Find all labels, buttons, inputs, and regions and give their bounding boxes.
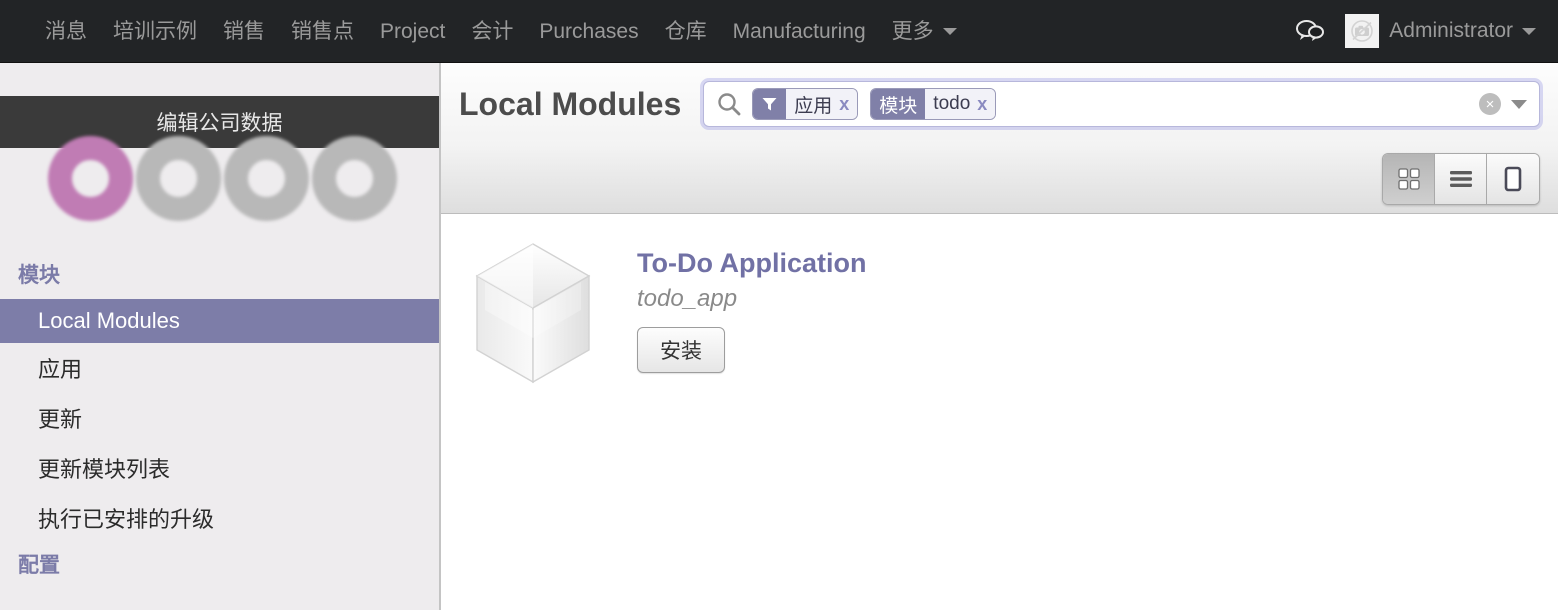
module-title[interactable]: To-Do Application [637, 248, 866, 279]
nav-messaging[interactable]: 消息 [32, 0, 100, 63]
control-panel-top-row: Local Modules 应用 x 模块 todo x × [459, 63, 1540, 145]
logo-ring-1 [48, 136, 133, 221]
nav-project[interactable]: Project [367, 0, 458, 63]
module-info: To-Do Application todo_app 安装 [597, 238, 866, 388]
sidebar-section-header: 模块 [18, 264, 60, 287]
nav-accounting-label: 会计 [471, 19, 514, 43]
avatar [1345, 14, 1380, 48]
facet-apps-remove-icon[interactable]: x [839, 94, 849, 115]
nav-manufacturing-label: Manufacturing [732, 19, 866, 43]
module-technical-name: todo_app [637, 285, 738, 312]
logo-ring-4 [312, 136, 397, 221]
page-title: Local Modules [459, 85, 682, 122]
nav-messaging-label: 消息 [45, 19, 87, 43]
sidebar-item-5[interactable]: 执行已安排的升级 [0, 493, 439, 543]
top-navbar: 消息 培训示例 销售 销售点 Project 会计 Purchases 仓库 Manufactu… [0, 0, 1558, 63]
no-photo-camera-icon [1351, 20, 1374, 42]
chat-bubbles-icon[interactable] [1279, 18, 1341, 44]
sidebar-menu-list: 模块 Local Modules 应用 更新 更新模块列表 执行已安排的升级配置 [0, 253, 439, 589]
nav-purchases-label: Purchases [539, 19, 639, 43]
facet-module-category: 模块 [871, 89, 926, 119]
user-name-label: Administrator [1389, 19, 1513, 42]
search-input[interactable] [1008, 86, 1479, 122]
clear-search-icon[interactable]: × [1479, 93, 1501, 115]
control-panel: Local Modules 应用 x 模块 todo x × [441, 63, 1558, 214]
more-caret-icon [942, 28, 957, 36]
nav-sales[interactable]: 销售 [210, 0, 278, 63]
view-list[interactable] [1435, 154, 1487, 204]
facet-module-value: todo [933, 93, 971, 114]
sidebar-item-4[interactable]: 更新模块列表 [0, 443, 439, 493]
logo-ring-2 [136, 136, 221, 221]
nav-warehouse[interactable]: 仓库 [652, 0, 720, 63]
view-switcher [1382, 153, 1540, 205]
module-card[interactable]: To-Do Application todo_app 安装 [441, 238, 1558, 388]
magnifier-icon [716, 91, 742, 117]
page-body: 编辑公司数据 模块 Local Modules 应用 更新 更新模块列表 执行已安排的升级… [0, 63, 1558, 610]
sidebar: 编辑公司数据 模块 Local Modules 应用 更新 更新模块列表 执行已安排的升级… [0, 63, 441, 610]
nav-point-of-sale[interactable]: 销售点 [278, 0, 367, 63]
search-view[interactable]: 应用 x 模块 todo x × [703, 81, 1540, 127]
control-panel-bottom-row [459, 145, 1540, 213]
facet-apps[interactable]: 应用 x [752, 88, 859, 120]
sidebar-section-header: 配置 [18, 554, 60, 577]
nav-manufacturing[interactable]: Manufacturing [720, 0, 879, 63]
content-area: Local Modules 应用 x 模块 todo x × To-Do App… [441, 63, 1558, 610]
navbar-menu-list: 消息 培训示例 销售 销售点 Project 会计 Purchases 仓库 Manufactu… [32, 0, 970, 63]
view-form[interactable] [1487, 154, 1539, 204]
module-cube-icon [469, 238, 597, 388]
nav-more[interactable]: 更多 [879, 0, 970, 63]
search-dropdown-caret-icon[interactable] [1511, 99, 1527, 109]
user-menu-caret-icon [1522, 27, 1536, 35]
nav-warehouse-label: 仓库 [664, 19, 707, 43]
odoo-logo [0, 136, 439, 253]
nav-sales-label: 销售 [223, 19, 265, 43]
user-menu[interactable]: Administrator [1341, 14, 1544, 48]
filter-funnel-icon [753, 89, 787, 119]
facet-apps-value: 应用 [794, 95, 833, 117]
nav-training-example-label: 培训示例 [113, 19, 197, 43]
facet-apps-value-wrap: 应用 x [786, 89, 858, 119]
logo-ring-3 [224, 136, 309, 221]
sidebar-top-strip [0, 63, 439, 96]
sidebar-item-1[interactable]: Local Modules [0, 299, 439, 343]
nav-more-label: 更多 [891, 19, 934, 43]
sidebar-item-3[interactable]: 更新 [0, 393, 439, 443]
view-kanban[interactable] [1383, 154, 1435, 204]
facet-module-value-wrap: todo x [925, 89, 996, 119]
sidebar-item-2[interactable]: 应用 [0, 343, 439, 393]
navbar-right-group: Administrator [1279, 14, 1544, 48]
facet-module-todo[interactable]: 模块 todo x [870, 88, 997, 120]
kanban-view: To-Do Application todo_app 安装 [441, 214, 1558, 610]
facet-module-remove-icon[interactable]: x [977, 94, 987, 115]
nav-accounting[interactable]: 会计 [458, 0, 526, 63]
nav-point-of-sale-label: 销售点 [291, 19, 354, 43]
nav-training-example[interactable]: 培训示例 [100, 0, 210, 63]
nav-purchases[interactable]: Purchases [526, 0, 651, 63]
nav-project-label: Project [380, 19, 446, 43]
install-button[interactable]: 安装 [637, 327, 725, 373]
edit-company-data-label: 编辑公司数据 [156, 112, 283, 135]
